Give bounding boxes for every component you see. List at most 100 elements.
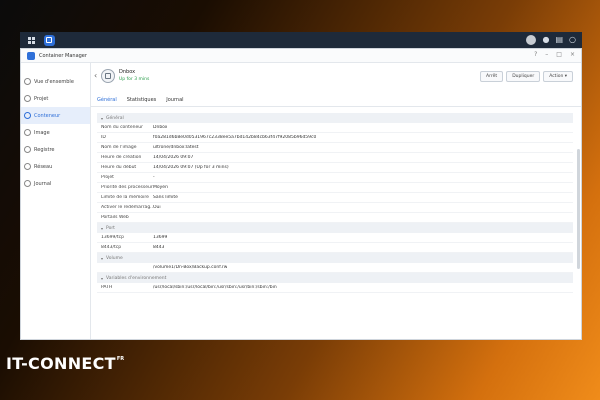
sidebar-item-label: Conteneur <box>34 112 61 119</box>
row-key: Priorité des processeurs <box>101 185 153 190</box>
sidebar-item-container[interactable]: Conteneur <box>21 107 90 124</box>
row-value: Dnbox <box>153 125 168 130</box>
tab-general[interactable]: Général <box>97 93 117 106</box>
row-key: Projet <box>101 175 114 180</box>
sidebar-item-network[interactable]: Réseau <box>21 158 90 175</box>
sidebar-item-image[interactable]: Image <box>21 124 90 141</box>
sidebar-item-label: Projet <box>34 95 49 102</box>
table-row: Priorité des processeurs Moyen <box>97 183 573 193</box>
container-manager-taskbar-button[interactable] <box>42 33 56 47</box>
table-row: Nom de l'image ultrone/dnbox:latest <box>97 143 573 153</box>
row-key: Heure de création <box>101 155 142 160</box>
widgets-icon[interactable]: ▤ <box>555 34 563 46</box>
section-title: Port <box>106 225 115 231</box>
row-key: Heure du début <box>101 165 137 170</box>
section-port[interactable]: ▾ Port <box>97 223 573 233</box>
collapse-chevron-icon: ▾ <box>101 115 104 121</box>
action-menu-button[interactable]: Action ▾ <box>543 71 573 82</box>
action-buttons: Arrêt Dupliquer Action ▾ <box>480 71 573 82</box>
row-value: ultrone/dnbox:latest <box>153 145 199 150</box>
sidebar-item-label: Journal <box>34 180 52 187</box>
tab-log[interactable]: Journal <box>166 93 183 106</box>
row-key: 13699/tcp <box>101 235 124 240</box>
section-title: Variables d'environnement <box>106 275 167 281</box>
table-row: Heure de création 14/04/2026 09:07 <box>97 153 573 163</box>
table-row: Heure du début 14/04/2026 09:07 (Up for 3… <box>97 163 573 173</box>
network-icon <box>24 163 31 170</box>
project-icon <box>24 95 31 102</box>
main-menu-button[interactable] <box>24 33 38 47</box>
app-logo-icon <box>27 51 35 60</box>
row-key: 8443/tcp <box>101 245 122 250</box>
sidebar-item-registry[interactable]: Registre <box>21 141 90 158</box>
main-panel: ‹ Dnbox Up for 3 mins Arrêt Dupliquer Ac… <box>91 63 581 339</box>
row-value: 8443 <box>153 245 165 250</box>
taskbar-tray: ● ▤ ○ <box>526 34 576 46</box>
container-manager-icon <box>43 34 55 46</box>
sidebar-item-log[interactable]: Journal <box>21 175 90 192</box>
table-row: 8443/tcp 8443 <box>97 243 573 253</box>
section-general[interactable]: ▾ Général <box>97 113 573 123</box>
stop-button[interactable]: Arrêt <box>480 71 504 82</box>
table-row: Activer le redémarrag... Oui <box>97 203 573 213</box>
grid-icon <box>27 36 35 44</box>
section-environment[interactable]: ▾ Variables d'environnement <box>97 273 573 283</box>
container-header: ‹ Dnbox Up for 3 mins Arrêt Dupliquer Ac… <box>91 63 581 93</box>
back-chevron-icon[interactable]: ‹ <box>94 71 97 80</box>
details-content: ▾ Général Nom du conteneur Dnbox ID f0a281… <box>91 107 581 293</box>
row-key: Nom du conteneur <box>101 125 144 130</box>
sidebar-item-label: Réseau <box>34 163 53 170</box>
help-button[interactable]: ? <box>534 51 537 58</box>
maximize-button[interactable]: □ <box>556 51 562 58</box>
table-row: ID f0a281d6b8e0d0531967c2338ee5a7bd142b84… <box>97 133 573 143</box>
row-value: 14/04/2026 09:07 (Up for 3 mins) <box>153 165 229 170</box>
sidebar-item-project[interactable]: Projet <box>21 90 90 107</box>
table-row: Nom du conteneur Dnbox <box>97 123 573 133</box>
brand-sup: FR <box>116 356 125 362</box>
table-row: 13699/tcp 13699 <box>97 233 573 243</box>
search-icon[interactable]: ○ <box>569 34 576 46</box>
sidebar-item-label: Vue d'ensemble <box>34 78 74 85</box>
sidebar-item-label: Registre <box>34 146 55 153</box>
row-key: ID <box>101 135 106 140</box>
window-controls: ? – □ × <box>534 51 575 58</box>
container-manager-window: Container Manager ? – □ × Vue d'ensemble… <box>20 48 582 340</box>
row-value: Sans limite <box>153 195 178 200</box>
image-icon <box>24 129 31 136</box>
row-value: 14/04/2026 09:07 <box>153 155 194 160</box>
window-title: Container Manager <box>39 52 87 59</box>
tab-statistics[interactable]: Statistiques <box>127 93 157 106</box>
row-value: Oui <box>153 205 161 210</box>
window-titlebar: Container Manager ? – □ × <box>21 49 581 63</box>
sidebar-item-overview[interactable]: Vue d'ensemble <box>21 73 90 90</box>
row-value: 13699 <box>153 235 168 240</box>
container-name: Dnbox <box>119 69 136 75</box>
it-connect-logo: IT-CONNECT FR <box>6 352 124 374</box>
table-row: PATH/usr/local/sbin:/usr/local/bin:/usr/… <box>97 283 573 293</box>
collapse-chevron-icon: ▾ <box>101 255 104 261</box>
user-icon[interactable]: ● <box>542 34 549 46</box>
row-value: f0a281d6b8e0d0531967c2338ee5a7bd142b84cb… <box>153 135 317 140</box>
close-button[interactable]: × <box>570 51 575 58</box>
scrollbar[interactable] <box>577 149 580 269</box>
minimize-button[interactable]: – <box>545 51 548 58</box>
row-value: Moyen <box>153 185 168 190</box>
row-key: Portails Web <box>101 215 129 220</box>
duplicate-button[interactable]: Dupliquer <box>506 71 541 82</box>
overview-icon <box>24 78 31 85</box>
sidebar: Vue d'ensemble Projet Conteneur Image Re… <box>21 63 91 339</box>
screen: ● ▤ ○ Container Manager ? – □ × Vue d'en… <box>20 32 582 340</box>
log-icon <box>24 180 31 187</box>
notification-icon[interactable] <box>526 35 537 45</box>
row-value: /volume1/Dn-Box/Backup.conf.rw <box>153 265 228 270</box>
row-key: Nom de l'image <box>101 145 137 150</box>
table-row: Projet - <box>97 173 573 183</box>
container-icon <box>24 112 31 119</box>
table-row: Portails Web <box>97 213 573 223</box>
table-row: Limite de la mémoire Sans limite <box>97 193 573 203</box>
detail-tabs: Général Statistiques Journal <box>91 93 581 107</box>
section-title: Volume <box>106 255 123 261</box>
section-volume[interactable]: ▾ Volume <box>97 253 573 263</box>
taskbar: ● ▤ ○ <box>20 32 582 48</box>
row-key: PATH <box>101 285 113 290</box>
